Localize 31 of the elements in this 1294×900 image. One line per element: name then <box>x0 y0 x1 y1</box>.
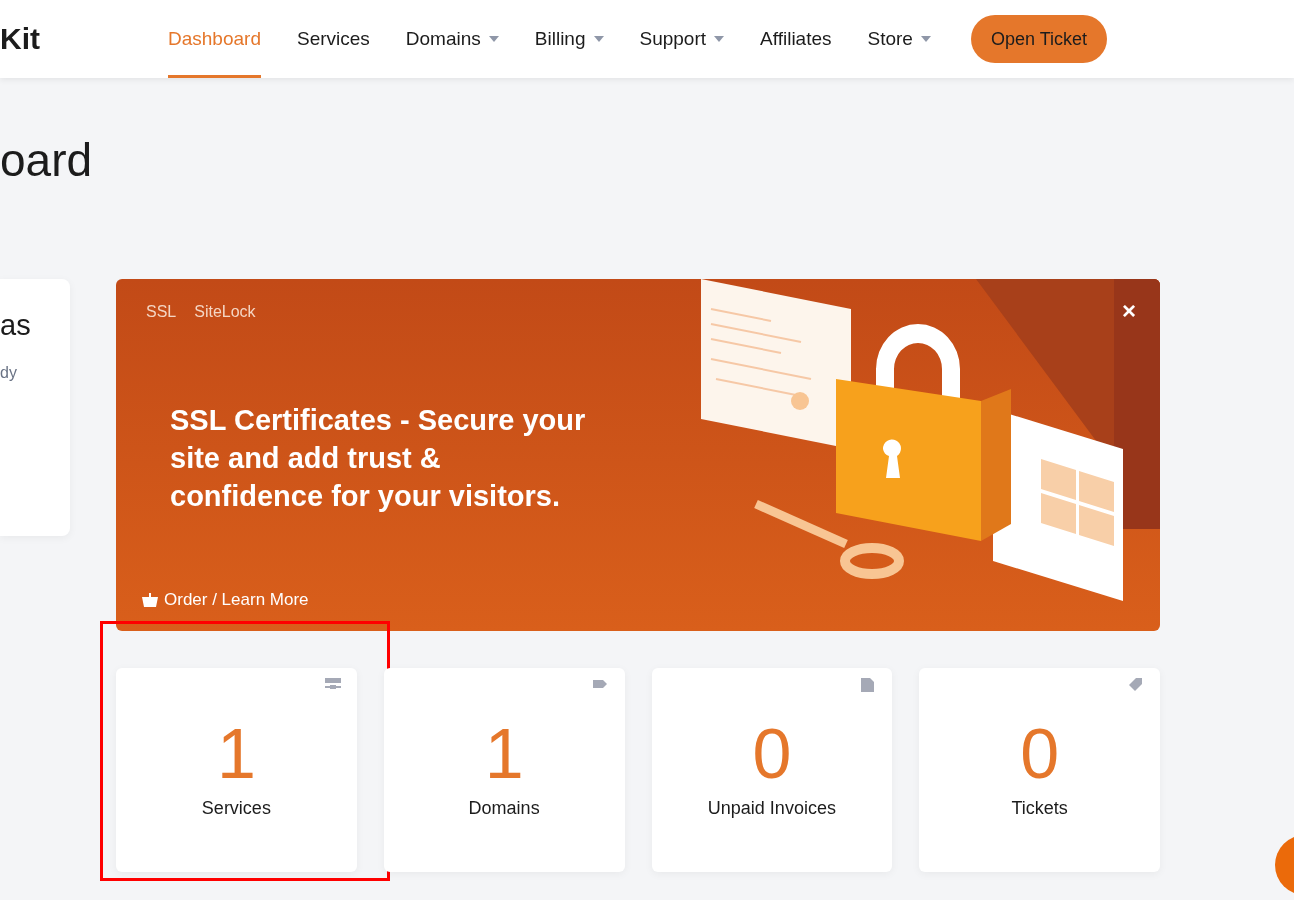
banner-headline: SSL Certificates - Secure your site and add trust & confidence for your visitors. <box>170 403 587 514</box>
card-text: dy <box>0 364 18 382</box>
tag-icon <box>1128 678 1144 692</box>
basket-icon <box>142 593 158 607</box>
stat-label: Domains <box>468 798 540 819</box>
stat-value: 1 <box>484 714 524 794</box>
stat-label: Tickets <box>1011 798 1068 819</box>
logo[interactable]: Kit <box>0 22 40 56</box>
stat-value: 0 <box>752 714 792 794</box>
nav-tab[interactable]: Support <box>639 0 725 78</box>
nav-tab[interactable]: Affiliates <box>760 0 832 78</box>
stat-card[interactable]: 1 Domains <box>383 668 625 872</box>
stat-value: 0 <box>1020 714 1060 794</box>
nav-tab[interactable]: Domains <box>405 0 499 78</box>
card-title: as <box>0 308 32 342</box>
server-icon <box>324 678 341 692</box>
banner-tab[interactable]: SiteLock <box>194 303 256 321</box>
stat-label: Unpaid Invoices <box>707 798 836 819</box>
stat-card[interactable]: 0 Tickets <box>919 668 1160 872</box>
stat-label: Services <box>201 798 271 819</box>
stat-value: 1 <box>216 714 256 794</box>
open-ticket-button[interactable]: Open Ticket <box>970 15 1107 63</box>
stat-card[interactable]: 1 Services <box>116 668 357 872</box>
nav-tab[interactable]: Services <box>296 0 370 78</box>
stat-card[interactable]: 0 Unpaid Invoices <box>651 668 893 872</box>
nav-tab[interactable]: Billing <box>534 0 604 78</box>
document-icon <box>860 678 877 692</box>
page-title: oard <box>0 133 94 188</box>
nav-tab[interactable]: Store <box>867 0 931 78</box>
close-button[interactable]: × <box>1122 299 1136 323</box>
order-link[interactable]: Order / Learn More <box>142 590 309 610</box>
